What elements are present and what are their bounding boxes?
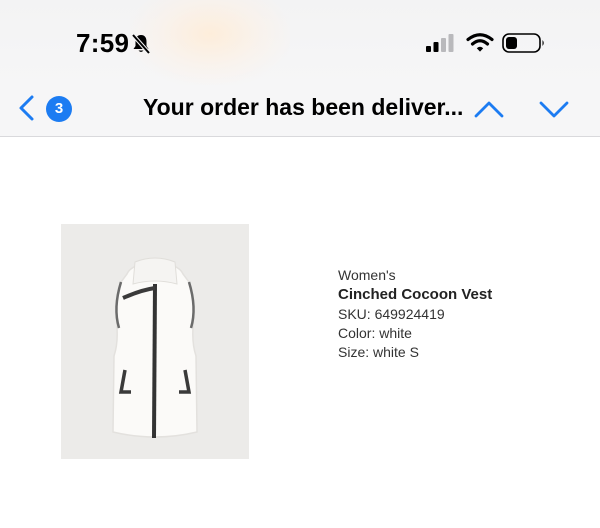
back-chevron-icon[interactable] [16, 94, 38, 122]
battery-icon [502, 33, 544, 53]
product-color: Color: white [338, 325, 412, 341]
product-sku: SKU: 649924419 [338, 306, 445, 322]
product-name[interactable]: Cinched Cocoon Vest [338, 285, 492, 305]
product-details: Women's Cinched Cocoon Vest SKU: 6499244… [338, 266, 492, 362]
status-bar: 7:59 [0, 0, 600, 88]
chevron-up-icon[interactable] [474, 98, 504, 120]
status-time: 7:59 [76, 28, 130, 58]
navigation-bar: 3 Your order has been deliver... [0, 88, 600, 137]
product-category: Women's [338, 267, 396, 283]
message-count-badge[interactable]: 3 [46, 96, 72, 122]
wifi-icon [466, 33, 494, 52]
bell-slash-icon [131, 33, 151, 55]
product-size: Size: white S [338, 344, 419, 360]
vest-illustration [112, 257, 198, 439]
product-image[interactable] [61, 224, 249, 459]
message-subject-title: Your order has been deliver... [143, 94, 464, 120]
status-glow [130, 0, 290, 85]
cellular-signal-icon [426, 34, 454, 52]
chevron-down-icon[interactable] [539, 98, 569, 120]
